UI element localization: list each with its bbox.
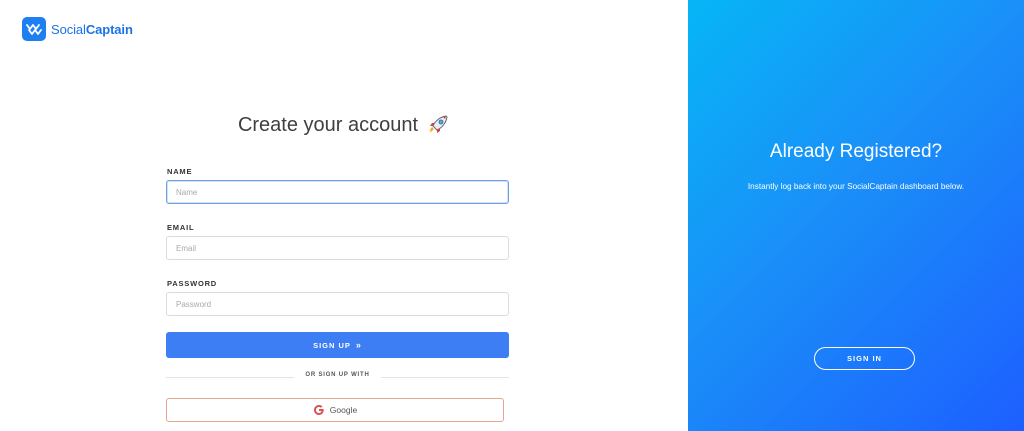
brand-logo[interactable]: SocialCaptain [22,17,133,41]
page-title: Create your account [0,113,688,137]
brand-name-part1: Social [51,21,86,37]
signin-title: Already Registered? [769,141,943,162]
password-label: PASSWORD [167,279,218,288]
sign-up-button[interactable]: SIGN UP » [166,332,509,358]
google-button-label: Google [329,405,358,415]
name-label: NAME [167,167,193,176]
sign-in-button[interactable]: SIGN IN [814,347,915,370]
page-title-text: Create your account [237,113,419,136]
name-input[interactable] [166,180,509,204]
rocket-icon [426,113,450,137]
divider-line-right [381,377,509,378]
sign-up-button-label: SIGN UP [313,340,351,350]
google-g-icon [313,404,325,416]
or-divider: OR SIGN UP WITH [166,371,509,383]
email-input[interactable] [166,236,509,260]
socialcaptain-logo-icon [22,17,46,41]
double-chevron-right-icon: » [355,340,362,350]
signin-panel: Already Registered? Instantly log back i… [688,0,1024,431]
password-input[interactable] [166,292,509,316]
brand-name: SocialCaptain [51,22,133,37]
brand-name-part2: Captain [85,21,133,37]
google-signup-button[interactable]: Google [166,398,504,422]
email-label: EMAIL [167,223,195,232]
signin-description: Instantly log back into your SocialCapta… [747,182,965,191]
signup-panel: SocialCaptain Create your account NAME E… [0,0,688,431]
